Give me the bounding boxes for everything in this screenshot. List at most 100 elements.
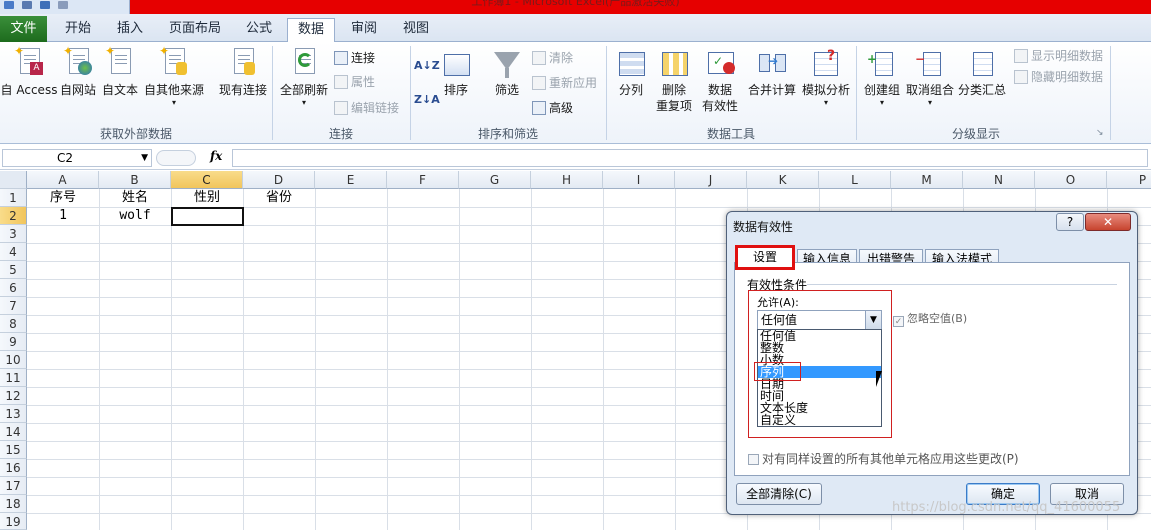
ignore-blank-checkbox[interactable]: ✓ 忽略空值(B) (893, 310, 967, 327)
text-to-columns-icon (616, 46, 646, 80)
column-header-g[interactable]: G (459, 171, 531, 189)
tab-formulas[interactable]: 公式 (238, 18, 280, 42)
row-header-10[interactable]: 10 (0, 351, 27, 369)
cell-b2[interactable]: wolf (99, 207, 171, 225)
row-header-1[interactable]: 1 (0, 189, 27, 207)
insert-function-icon[interactable]: fx (210, 149, 222, 163)
column-header-b[interactable]: B (99, 171, 171, 189)
data-validation-button[interactable]: ✓ 数据 有效性 (698, 46, 742, 114)
tab-file[interactable]: 文件 (0, 16, 47, 42)
row-header-14[interactable]: 14 (0, 423, 27, 441)
column-header-k[interactable]: K (747, 171, 819, 189)
option-custom[interactable]: 自定义 (758, 414, 881, 426)
what-if-button[interactable]: ? 模拟分析 ▾ (800, 46, 852, 108)
row-header-19[interactable]: 19 (0, 513, 27, 530)
from-web-button[interactable]: ✦ 自网站 (58, 44, 98, 98)
column-header-h[interactable]: H (531, 171, 603, 189)
text-to-columns-button[interactable]: 分列 (612, 46, 650, 98)
properties-button[interactable]: 属性 (334, 72, 375, 92)
sort-button[interactable]: 排序 (438, 46, 474, 98)
column-header-n[interactable]: N (963, 171, 1035, 189)
show-detail-button[interactable]: 显示明细数据 (1014, 46, 1103, 66)
consolidate-button[interactable]: ➔ 合并计算 (746, 46, 798, 98)
reapply-button[interactable]: 重新应用 (532, 73, 597, 93)
ungroup-button[interactable]: − 取消组合 ▾ (904, 46, 956, 108)
filter-button[interactable]: 筛选 (488, 46, 526, 98)
cell-a2[interactable]: 1 (27, 207, 99, 225)
tab-data[interactable]: 数据 (287, 18, 335, 43)
column-header-c[interactable]: C (171, 171, 243, 189)
row-header-16[interactable]: 16 (0, 459, 27, 477)
cell-d1[interactable]: 省份 (243, 189, 315, 207)
advanced-filter-button[interactable]: 高级 (532, 98, 573, 118)
remove-duplicates-button[interactable]: 删除 重复项 (654, 46, 694, 114)
close-button[interactable]: ✕ (1085, 213, 1131, 231)
row-header-13[interactable]: 13 (0, 405, 27, 423)
column-header-i[interactable]: I (603, 171, 675, 189)
tab-view[interactable]: 视图 (396, 18, 436, 42)
row-header-4[interactable]: 4 (0, 243, 27, 261)
row-header-11[interactable]: 11 (0, 369, 27, 387)
from-access-button[interactable]: ✦ A 自 Access (0, 44, 58, 98)
column-header-f[interactable]: F (387, 171, 459, 189)
clear-filter-button[interactable]: 清除 (532, 48, 573, 68)
tab-settings[interactable]: 设置 (735, 245, 795, 270)
row-header-18[interactable]: 18 (0, 495, 27, 513)
row-header-5[interactable]: 5 (0, 261, 27, 279)
subtotal-button[interactable]: 分类汇总 (956, 46, 1008, 98)
refresh-all-label: 全部刷新 (279, 83, 328, 97)
undo-icon[interactable] (40, 1, 50, 9)
save-icon[interactable] (22, 1, 32, 9)
tab-insert[interactable]: 插入 (110, 18, 150, 42)
advanced-filter-icon (532, 101, 546, 115)
column-header-a[interactable]: A (27, 171, 99, 189)
tab-review[interactable]: 审阅 (344, 18, 384, 42)
column-header-p[interactable]: P (1107, 171, 1151, 189)
column-header-m[interactable]: M (891, 171, 963, 189)
row-header-3[interactable]: 3 (0, 225, 27, 243)
sort-ascending-button[interactable]: A↓Z (414, 56, 440, 76)
tab-page-layout[interactable]: 页面布局 (162, 18, 228, 42)
formula-bar-handle[interactable] (156, 150, 196, 166)
hide-detail-button[interactable]: 隐藏明细数据 (1014, 67, 1103, 87)
column-header-d[interactable]: D (243, 171, 315, 189)
from-other-button[interactable]: ✦ 自其他来源 ▾ (142, 44, 206, 108)
column-header-e[interactable]: E (315, 171, 387, 189)
redo-icon[interactable] (58, 1, 68, 9)
apply-all-checkbox[interactable]: 对有同样设置的所有其他单元格应用这些更改(P) (748, 450, 1019, 467)
row-header-12[interactable]: 12 (0, 387, 27, 405)
row-header-2[interactable]: 2 (0, 207, 27, 225)
chevron-down-icon[interactable]: ▼ (141, 150, 148, 166)
dialog-launcher-icon[interactable]: ↘ (1096, 128, 1104, 138)
column-header-j[interactable]: J (675, 171, 747, 189)
connections-button[interactable]: 连接 (334, 48, 375, 68)
active-cell-c2[interactable] (171, 207, 244, 226)
allow-select[interactable]: 任何值 ▼ (757, 310, 882, 330)
column-header-l[interactable]: L (819, 171, 891, 189)
cell-b1[interactable]: 姓名 (99, 189, 171, 207)
gridline (603, 189, 604, 530)
sort-descending-button[interactable]: Z↓A (414, 90, 440, 110)
cell-c1[interactable]: 性别 (171, 189, 243, 207)
select-all-corner[interactable] (0, 171, 27, 189)
group-label-data-tools: 数据工具 (706, 127, 755, 141)
from-text-button[interactable]: ✦ 自文本 (100, 44, 140, 98)
chevron-down-icon[interactable]: ▼ (865, 311, 881, 329)
row-header-9[interactable]: 9 (0, 333, 27, 351)
column-header-o[interactable]: O (1035, 171, 1107, 189)
edit-links-button[interactable]: 编辑链接 (334, 98, 399, 118)
cell-a1[interactable]: 序号 (27, 189, 99, 207)
row-header-15[interactable]: 15 (0, 441, 27, 459)
row-header-6[interactable]: 6 (0, 279, 27, 297)
row-header-17[interactable]: 17 (0, 477, 27, 495)
refresh-all-button[interactable]: 全部刷新 ▾ (276, 46, 332, 108)
help-button[interactable]: ? (1056, 213, 1084, 231)
group-button[interactable]: + 创建组 ▾ (860, 46, 904, 108)
name-box[interactable]: C2 ▼ (2, 149, 152, 167)
tab-home[interactable]: 开始 (58, 18, 98, 42)
formula-input[interactable] (232, 149, 1148, 167)
row-header-7[interactable]: 7 (0, 297, 27, 315)
clear-all-button[interactable]: 全部清除(C) (736, 483, 822, 505)
row-header-8[interactable]: 8 (0, 315, 27, 333)
existing-connections-button[interactable]: 现有连接 (216, 46, 270, 98)
